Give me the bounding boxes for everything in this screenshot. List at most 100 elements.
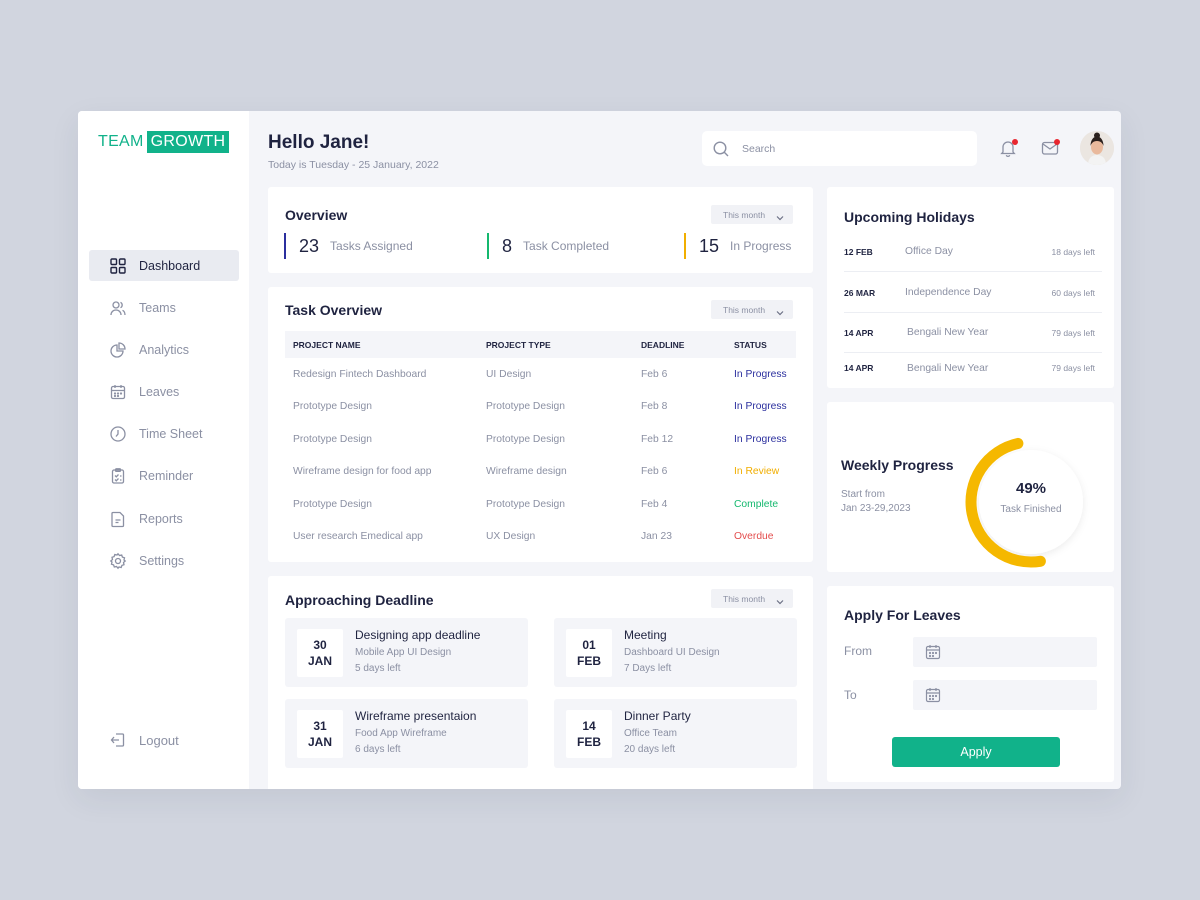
chevron-down-icon bbox=[775, 210, 785, 220]
sidebar-item-leaves[interactable]: Leaves bbox=[89, 377, 239, 408]
sidebar-item-settings[interactable]: Settings bbox=[89, 545, 239, 576]
cell-status: In Progress bbox=[734, 433, 787, 445]
chevron-down-icon bbox=[775, 305, 785, 315]
deadline-info: Designing app deadline Mobile App UI Des… bbox=[355, 628, 480, 674]
to-date-field[interactable] bbox=[913, 680, 1097, 710]
overview-title: Overview bbox=[285, 207, 348, 223]
sidebar-item-label: Dashboard bbox=[139, 258, 201, 273]
cell-deadline: Feb 4 bbox=[641, 498, 668, 510]
sidebar-item-analytics[interactable]: Analytics bbox=[89, 334, 239, 365]
clock-icon bbox=[109, 425, 127, 443]
holiday-days-left: 60 days left bbox=[1051, 287, 1095, 298]
logout-label: Logout bbox=[139, 732, 179, 748]
deadline-item[interactable]: 30 JAN Designing app deadline Mobile App… bbox=[285, 618, 528, 687]
deadline-days-left: 7 Days left bbox=[624, 663, 672, 674]
sidebar: TEAM GROWTH Dashboard Teams Analytics Le… bbox=[78, 111, 249, 789]
avatar[interactable] bbox=[1080, 131, 1114, 165]
messages-button[interactable] bbox=[1040, 138, 1060, 158]
logout-button[interactable]: Logout bbox=[109, 731, 179, 749]
deadline-info: Meeting Dashboard UI Design 7 Days left bbox=[624, 628, 720, 674]
gear-icon bbox=[109, 552, 127, 570]
deadline-item[interactable]: 01 FEB Meeting Dashboard UI Design 7 Day… bbox=[554, 618, 797, 687]
sidebar-item-reports[interactable]: Reports bbox=[89, 503, 239, 534]
table-row[interactable]: User research Emedical app UX Design Jan 2… bbox=[285, 521, 796, 554]
sidebar-item-dashboard[interactable]: Dashboard bbox=[89, 250, 239, 281]
calendar-icon bbox=[925, 687, 941, 703]
leaves-title: Apply For Leaves bbox=[844, 607, 961, 623]
deadline-days-left: 20 days left bbox=[624, 744, 676, 755]
stat-in-progress: 15 In Progress bbox=[684, 233, 791, 259]
progress-ring: 49% Task Finished bbox=[961, 432, 1101, 572]
deadline-info: Wireframe presentaion Food App Wireframe… bbox=[355, 709, 476, 755]
greeting-block: Hello Jane! Today is Tuesday - 25 Januar… bbox=[268, 132, 439, 171]
holiday-name: Bengali New Year bbox=[907, 327, 989, 338]
search-icon bbox=[712, 140, 730, 158]
upcoming-holidays-card: Upcoming Holidays 12 FEB Office Day 18 d… bbox=[827, 187, 1114, 388]
deadline-subtitle: Food App Wireframe bbox=[355, 728, 447, 739]
deadline-subtitle: Mobile App UI Design bbox=[355, 647, 452, 658]
column-header-deadline: DEADLINE bbox=[641, 339, 685, 350]
holiday-name: Independence Day bbox=[905, 287, 992, 298]
notification-button[interactable] bbox=[998, 138, 1018, 158]
cell-project-name: Wireframe design for food app bbox=[293, 466, 432, 478]
progress-ring-graphic bbox=[965, 437, 1083, 568]
apply-button[interactable]: Apply bbox=[892, 737, 1060, 767]
deadline-month: FEB bbox=[577, 735, 601, 749]
cell-status: In Progress bbox=[734, 401, 787, 413]
deadline-title: Approaching Deadline bbox=[285, 592, 434, 608]
overview-filter-dropdown[interactable]: This month bbox=[711, 205, 794, 224]
stat-value: 23 bbox=[299, 235, 320, 256]
dropdown-label: This month bbox=[723, 304, 766, 315]
logout-icon bbox=[109, 731, 127, 749]
weekly-progress-date-range: Jan 23-29,2023 bbox=[841, 503, 911, 514]
holiday-row: 14 APR Bengali New Year 79 days left bbox=[844, 349, 1102, 387]
apply-leaves-card: Apply For Leaves From To Apply bbox=[827, 586, 1114, 782]
dashboard-icon bbox=[109, 257, 127, 275]
table-row[interactable]: Wireframe design for food app Wireframe d… bbox=[285, 456, 796, 489]
stat-label: Tasks Assigned bbox=[330, 239, 413, 253]
sidebar-item-teams[interactable]: Teams bbox=[89, 292, 239, 323]
deadline-filter-dropdown[interactable]: This month bbox=[711, 589, 794, 608]
task-table: PROJECT NAME PROJECT TYPE DEADLINE STATU… bbox=[285, 331, 796, 553]
cell-status: Complete bbox=[734, 498, 779, 510]
sidebar-item-time-sheet[interactable]: Time Sheet bbox=[89, 419, 239, 450]
cell-deadline: Feb 12 bbox=[641, 433, 674, 445]
app-window: TEAM GROWTH Dashboard Teams Analytics Le… bbox=[78, 111, 1121, 789]
weekly-progress-card: Weekly Progress Start from Jan 23-29,202… bbox=[827, 402, 1114, 572]
report-icon bbox=[109, 510, 127, 528]
task-overview-title: Task Overview bbox=[285, 302, 383, 318]
search-bar[interactable] bbox=[702, 131, 977, 166]
cell-project-name: Prototype Design bbox=[293, 401, 372, 413]
dropdown-label: This month bbox=[723, 209, 766, 220]
holiday-name: Bengali New Year bbox=[907, 362, 989, 374]
holiday-row: 26 MAR Independence Day 60 days left bbox=[844, 273, 1102, 313]
table-row[interactable]: Prototype Design Prototype Design Feb 4 Com… bbox=[285, 488, 796, 521]
deadline-month: JAN bbox=[307, 735, 332, 749]
column-header-project-type: PROJECT TYPE bbox=[486, 339, 551, 350]
cell-status: In Review bbox=[734, 466, 780, 478]
table-row[interactable]: Prototype Design Prototype Design Feb 12 In… bbox=[285, 423, 796, 456]
table-row[interactable]: Prototype Design Prototype Design Feb 8 In … bbox=[285, 391, 796, 424]
deadline-item[interactable]: 31 JAN Wireframe presentaion Food App Wi… bbox=[285, 699, 528, 768]
deadline-item[interactable]: 14 FEB Dinner Party Office Team 20 days … bbox=[554, 699, 797, 768]
cell-project-type: Wireframe design bbox=[486, 466, 567, 478]
holiday-days-left: 79 days left bbox=[1051, 327, 1095, 338]
logo-text-growth: GROWTH bbox=[146, 130, 230, 153]
deadline-date: 31 JAN bbox=[297, 710, 343, 758]
holiday-row: 14 APR Bengali New Year 79 days left bbox=[844, 313, 1102, 353]
clipboard-icon bbox=[109, 467, 127, 485]
deadline-day: 14 bbox=[582, 719, 596, 733]
sidebar-item-label: Reminder bbox=[139, 469, 194, 484]
table-row[interactable]: Redesign Fintech Dashboard UI Design Feb 6… bbox=[285, 358, 796, 391]
cell-project-type: Prototype Design bbox=[486, 433, 565, 445]
task-overview-card: Task Overview This month PROJECT NAME PR… bbox=[268, 287, 813, 562]
from-date-field[interactable] bbox=[913, 637, 1097, 667]
task-filter-dropdown[interactable]: This month bbox=[711, 300, 794, 319]
sidebar-item-reminder[interactable]: Reminder bbox=[89, 461, 239, 492]
search-input[interactable] bbox=[742, 142, 942, 155]
table-header-row: PROJECT NAME PROJECT TYPE DEADLINE STATU… bbox=[285, 331, 796, 358]
approaching-deadline-card: Approaching Deadline This month 30 JAN D… bbox=[268, 576, 813, 789]
deadline-info: Dinner Party Office Team 20 days left bbox=[624, 709, 691, 755]
date-line: Today is Tuesday - 25 January, 2022 bbox=[268, 159, 439, 171]
cell-project-type: UX Design bbox=[486, 531, 536, 543]
